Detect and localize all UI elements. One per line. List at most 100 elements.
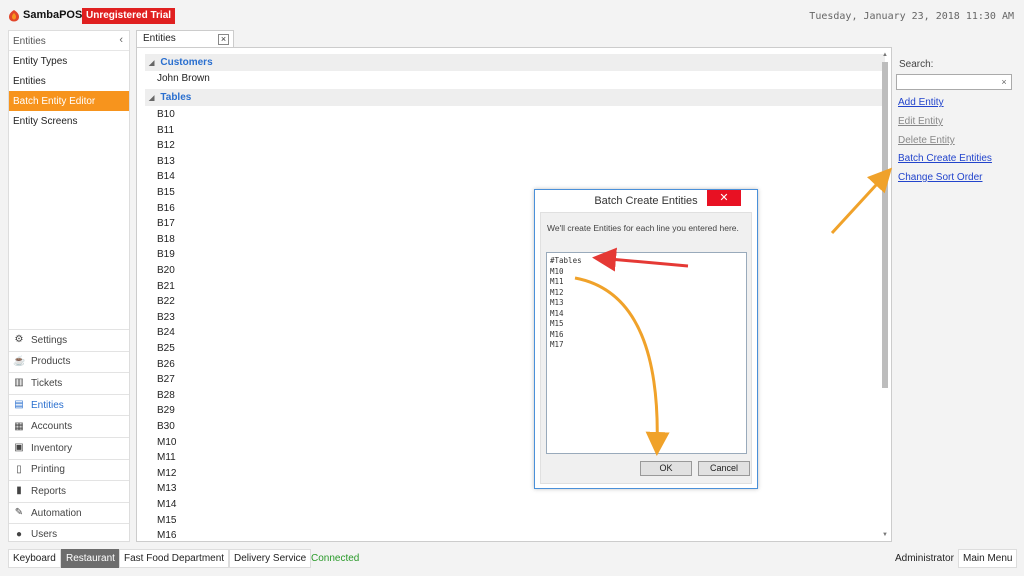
bar-chart-icon: ▮ — [16, 485, 22, 497]
nav-item-label: Accounts — [31, 421, 73, 433]
keyboard-button[interactable]: Keyboard — [8, 549, 61, 568]
nav-item-label: Tickets — [31, 377, 63, 389]
connection-status: Connected — [311, 553, 360, 564]
module-nav: ⚙ Settings ☕ Products ▥ Tickets ▤ Entities ▦… — [9, 329, 129, 545]
nav-item-reports[interactable]: ▮ Reports — [9, 480, 129, 502]
list-item[interactable]: B14 — [157, 171, 175, 182]
main-menu-button[interactable]: Main Menu — [958, 549, 1018, 568]
nav-item-accounts[interactable]: ▦ Accounts — [9, 415, 129, 437]
dialog-close-button[interactable]: ✕ — [707, 190, 741, 206]
list-item[interactable]: B15 — [157, 187, 175, 198]
list-item[interactable]: B20 — [157, 265, 175, 276]
entities-textarea[interactable]: #Tables M10 M11 M12 M13 M14 M15 M16 M17 — [546, 252, 747, 454]
nav-item-label: Printing — [31, 464, 65, 476]
nav-item-label: Users — [31, 529, 58, 541]
list-item[interactable]: B28 — [157, 390, 175, 401]
nav-item-settings[interactable]: ⚙ Settings — [9, 329, 129, 351]
pen-icon: ✎ — [14, 507, 24, 519]
nav-item-label: Automation — [31, 507, 82, 519]
title-bar: SambaPOS Unregistered Trial Tuesday, Jan… — [0, 0, 1024, 30]
app-name: SambaPOS — [23, 9, 83, 21]
left-panel-header: Entities ‹ — [9, 31, 129, 51]
delete-entity-link[interactable]: Delete Entity — [898, 135, 955, 146]
collapse-triangle-icon: ◢ — [149, 59, 155, 67]
close-icon[interactable]: × — [218, 34, 229, 45]
list-item[interactable]: M15 — [157, 515, 176, 526]
delivery-service-button[interactable]: Delivery Service — [229, 549, 312, 568]
coffee-icon: ☕ — [13, 355, 26, 367]
list-item[interactable]: M11 — [157, 452, 176, 463]
dialog-body: We'll create Entities for each line you … — [540, 212, 752, 484]
list-item[interactable]: B24 — [157, 327, 175, 338]
tab-entities[interactable]: Entities × — [136, 30, 234, 47]
gear-icon: ⚙ — [14, 334, 24, 346]
left-panel: Entities ‹ Entity Types Entities Batch E… — [8, 30, 130, 542]
group-header-customers[interactable]: ◢ Customers — [145, 54, 885, 71]
batch-create-entities-link[interactable]: Batch Create Entities — [898, 153, 992, 164]
group-header-label: Tables — [160, 92, 192, 103]
add-entity-link[interactable]: Add Entity — [898, 97, 944, 108]
list-item[interactable]: B26 — [157, 359, 175, 370]
list-item[interactable]: B23 — [157, 312, 175, 323]
clear-search-icon[interactable]: × — [999, 77, 1009, 87]
dialog-message: We'll create Entities for each line you … — [547, 223, 739, 233]
left-item-entity-screens[interactable]: Entity Screens — [9, 111, 129, 131]
left-panel-title: Entities — [13, 36, 46, 47]
edit-entity-link[interactable]: Edit Entity — [898, 116, 943, 127]
list-item[interactable]: M13 — [157, 483, 176, 494]
list-item[interactable]: B18 — [157, 234, 175, 245]
list-item[interactable]: B30 — [157, 421, 175, 432]
books-icon: ▥ — [14, 377, 24, 389]
list-item[interactable]: B11 — [157, 125, 174, 136]
list-item[interactable]: B22 — [157, 296, 175, 307]
user-icon: ● — [15, 528, 23, 540]
current-user: Administrator — [895, 553, 954, 564]
list-item[interactable]: B17 — [157, 218, 175, 229]
cancel-button[interactable]: Cancel — [698, 461, 750, 476]
group-header-label: Customers — [160, 57, 213, 68]
left-item-entities[interactable]: Entities — [9, 71, 129, 91]
list-item[interactable]: B12 — [157, 140, 175, 151]
nav-item-entities[interactable]: ▤ Entities — [9, 393, 129, 416]
group-header-tables[interactable]: ◢ Tables — [145, 89, 885, 106]
nav-item-tickets[interactable]: ▥ Tickets — [9, 372, 129, 394]
list-item[interactable]: M14 — [157, 499, 176, 510]
list-item[interactable]: B13 — [157, 156, 175, 167]
nav-item-products[interactable]: ☕ Products — [9, 350, 129, 373]
document-icon: ▯ — [16, 463, 22, 475]
calculator-icon: ▦ — [14, 420, 24, 432]
nav-item-users[interactable]: ● Users — [9, 523, 129, 545]
scroll-down-icon[interactable]: ▼ — [881, 532, 889, 538]
list-item[interactable]: M10 — [157, 437, 176, 448]
list-item[interactable]: B29 — [157, 405, 175, 416]
scroll-up-icon[interactable]: ▲ — [881, 52, 889, 58]
entity-list: ◢ Customers John Brown ◢ Tables B10 B11 B1… — [136, 47, 892, 542]
bottom-bar: Keyboard Restaurant Fast Food Department… — [0, 546, 1024, 572]
list-item[interactable]: B27 — [157, 374, 175, 385]
list-item[interactable]: B25 — [157, 343, 175, 354]
nav-item-inventory[interactable]: ▣ Inventory — [9, 436, 129, 459]
list-item[interactable]: B10 — [157, 109, 175, 120]
list-item[interactable]: B21 — [157, 281, 175, 292]
change-sort-order-link[interactable]: Change Sort Order — [898, 172, 983, 183]
nav-item-printing[interactable]: ▯ Printing — [9, 458, 129, 481]
fast-food-department-button[interactable]: Fast Food Department — [119, 549, 230, 568]
list-item[interactable]: John Brown — [157, 73, 210, 84]
samba-logo-icon — [9, 10, 19, 22]
list-item[interactable]: M16 — [157, 530, 176, 541]
list-item[interactable]: M12 — [157, 468, 176, 479]
table-icon: ▤ — [14, 399, 24, 411]
nav-item-label: Inventory — [31, 442, 73, 454]
restaurant-button[interactable]: Restaurant — [61, 549, 120, 568]
search-input[interactable]: × — [896, 74, 1012, 90]
tab-label: Entities — [143, 33, 176, 44]
ok-button[interactable]: OK — [640, 461, 692, 476]
nav-item-automation[interactable]: ✎ Automation — [9, 501, 129, 524]
scrollbar-thumb[interactable] — [882, 62, 888, 388]
collapse-chevron-icon[interactable]: ‹ — [119, 34, 123, 46]
left-item-batch-entity-editor[interactable]: Batch Entity Editor — [9, 91, 129, 111]
list-item[interactable]: B19 — [157, 249, 175, 260]
left-item-entity-types[interactable]: Entity Types — [9, 51, 129, 71]
vertical-scrollbar[interactable]: ▲ ▼ — [881, 52, 889, 538]
list-item[interactable]: B16 — [157, 203, 175, 214]
